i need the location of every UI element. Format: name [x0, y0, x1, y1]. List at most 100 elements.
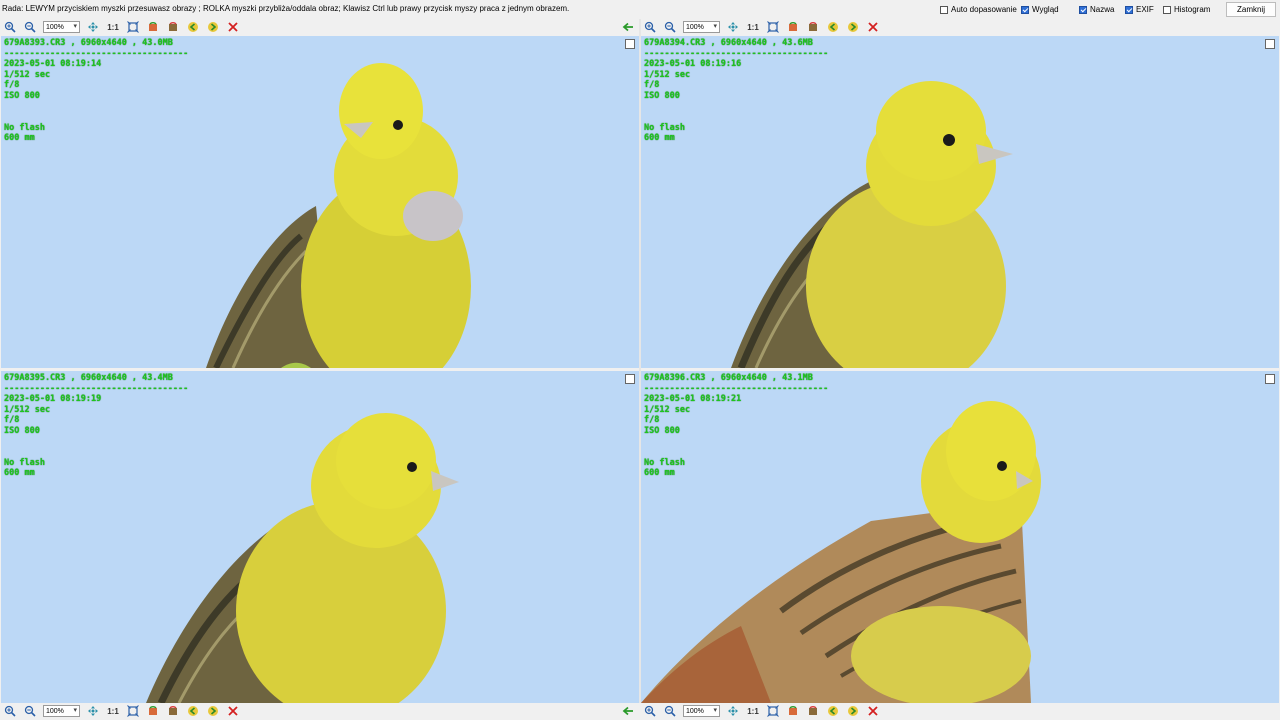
- fit-icon[interactable]: [123, 20, 143, 34]
- appearance-checkbox[interactable]: Wygląd: [1021, 5, 1059, 14]
- separator: ------------------------------------: [644, 383, 829, 394]
- move-icon[interactable]: [723, 20, 743, 34]
- rotate-right-icon[interactable]: [163, 20, 183, 34]
- exif-overlay: 679A8393.CR3 , 6960x4640 , 43.0MB ------…: [4, 38, 188, 144]
- flash-line: No flash: [644, 122, 685, 133]
- actual-size-button[interactable]: 1:1: [103, 704, 123, 718]
- iso-line: ISO 800: [4, 425, 40, 436]
- zoom-select[interactable]: 100%: [43, 21, 80, 33]
- rotate-left-icon[interactable]: [783, 20, 803, 34]
- focal-line: 600 mm: [4, 468, 35, 479]
- image-pane-2[interactable]: 679A8394.CR3 , 6960x4640 , 43.6MB ------…: [641, 36, 1279, 368]
- delete-icon[interactable]: [863, 20, 883, 34]
- filename-line: 679A8394.CR3 , 6960x4640 , 43.6MB: [644, 38, 813, 48]
- actual-size-button[interactable]: 1:1: [743, 20, 763, 34]
- rotate-right-icon[interactable]: [803, 20, 823, 34]
- zoom-out-icon[interactable]: [660, 20, 680, 34]
- toolbar-top-left: 100% 1:1: [0, 19, 640, 35]
- delete-icon[interactable]: [863, 704, 883, 718]
- auto-fit-checkbox[interactable]: Auto dopasowanie: [940, 5, 1017, 14]
- rotate-right-icon[interactable]: [163, 704, 183, 718]
- pane-select-checkbox[interactable]: [1265, 39, 1275, 49]
- prev-image-icon[interactable]: [183, 20, 203, 34]
- toolbar-top-right: 100% 1:1: [640, 19, 1280, 35]
- name-checkbox[interactable]: Nazwa: [1079, 5, 1114, 14]
- prev-image-icon[interactable]: [823, 20, 843, 34]
- rotate-right-icon[interactable]: [803, 704, 823, 718]
- close-button[interactable]: Zamknij: [1226, 2, 1276, 17]
- zoom-in-icon[interactable]: [0, 704, 20, 718]
- prev-image-icon[interactable]: [183, 704, 203, 718]
- focal-line: 600 mm: [644, 468, 675, 479]
- focal-line: 600 mm: [4, 133, 35, 144]
- zoom-in-icon[interactable]: [640, 704, 660, 718]
- next-image-icon[interactable]: [203, 20, 223, 34]
- iso-line: ISO 800: [644, 425, 680, 436]
- image-pane-3[interactable]: 679A8395.CR3 , 6960x4640 , 43.4MB ------…: [1, 371, 639, 703]
- next-image-icon[interactable]: [843, 704, 863, 718]
- hint-text: Rada: LEWYM przyciskiem myszki przesuwas…: [2, 4, 570, 13]
- zoom-in-icon[interactable]: [640, 20, 660, 34]
- zoom-value: 100%: [46, 23, 64, 31]
- exif-checkbox[interactable]: EXIF: [1125, 5, 1154, 14]
- filename-line: 679A8393.CR3 , 6960x4640 , 43.0MB: [4, 38, 173, 48]
- exif-overlay: 679A8394.CR3 , 6960x4640 , 43.6MB ------…: [644, 38, 828, 144]
- top-bar: Rada: LEWYM przyciskiem myszki przesuwas…: [0, 0, 1280, 19]
- pane-select-checkbox[interactable]: [625, 39, 635, 49]
- separator: ------------------------------------: [4, 48, 189, 59]
- zoom-out-icon[interactable]: [20, 20, 40, 34]
- exif-overlay: 679A8396.CR3 , 6960x4640 , 43.1MB ------…: [644, 373, 828, 479]
- next-image-icon[interactable]: [203, 704, 223, 718]
- flash-line: No flash: [4, 122, 45, 133]
- fit-icon[interactable]: [763, 704, 783, 718]
- rotate-left-icon[interactable]: [143, 20, 163, 34]
- histogram-checkbox[interactable]: Histogram: [1163, 5, 1210, 14]
- actual-size-button[interactable]: 1:1: [743, 704, 763, 718]
- move-icon[interactable]: [83, 704, 103, 718]
- actual-size-button[interactable]: 1:1: [103, 20, 123, 34]
- filename-line: 679A8395.CR3 , 6960x4640 , 43.4MB: [4, 373, 173, 383]
- iso-line: ISO 800: [644, 90, 680, 101]
- shutter-line: 1/512 sec: [4, 69, 51, 80]
- move-icon[interactable]: [723, 704, 743, 718]
- move-icon[interactable]: [83, 20, 103, 34]
- filename-line: 679A8396.CR3 , 6960x4640 , 43.1MB: [644, 373, 813, 383]
- zoom-select[interactable]: 100%: [43, 705, 80, 717]
- zoom-in-icon[interactable]: [0, 20, 20, 34]
- zoom-select[interactable]: 100%: [683, 21, 720, 33]
- flash-line: No flash: [644, 457, 685, 468]
- delete-icon[interactable]: [223, 704, 243, 718]
- focal-line: 600 mm: [644, 133, 675, 144]
- checkbox-box[interactable]: [1021, 5, 1029, 14]
- delete-icon[interactable]: [223, 20, 243, 34]
- sync-arrow-icon[interactable]: [622, 21, 634, 33]
- zoom-value: 100%: [686, 23, 704, 31]
- pane-select-checkbox[interactable]: [625, 374, 635, 384]
- separator: ------------------------------------: [644, 48, 829, 59]
- toolbar-bottom-left: 100% 1:1: [0, 703, 640, 719]
- aperture-line: f/8: [4, 415, 20, 426]
- fit-icon[interactable]: [123, 704, 143, 718]
- checkbox-box[interactable]: [1125, 5, 1133, 14]
- date-line: 2023-05-01 08:19:14: [4, 59, 102, 70]
- next-image-icon[interactable]: [843, 20, 863, 34]
- image-pane-4[interactable]: 679A8396.CR3 , 6960x4640 , 43.1MB ------…: [641, 371, 1279, 703]
- zoom-out-icon[interactable]: [20, 704, 40, 718]
- date-line: 2023-05-01 08:19:21: [644, 394, 742, 405]
- image-pane-1[interactable]: 679A8393.CR3 , 6960x4640 , 43.0MB ------…: [1, 36, 639, 368]
- sync-arrow-icon[interactable]: [622, 705, 634, 717]
- checkbox-box[interactable]: [940, 5, 948, 14]
- exif-overlay: 679A8395.CR3 , 6960x4640 , 43.4MB ------…: [4, 373, 188, 479]
- aperture-line: f/8: [644, 80, 660, 91]
- zoom-out-icon[interactable]: [660, 704, 680, 718]
- pane-select-checkbox[interactable]: [1265, 374, 1275, 384]
- rotate-left-icon[interactable]: [143, 704, 163, 718]
- separator: ------------------------------------: [4, 383, 189, 394]
- checkbox-box[interactable]: [1079, 5, 1087, 14]
- checkbox-box[interactable]: [1163, 5, 1171, 14]
- fit-icon[interactable]: [763, 20, 783, 34]
- date-line: 2023-05-01 08:19:16: [644, 59, 742, 70]
- rotate-left-icon[interactable]: [783, 704, 803, 718]
- prev-image-icon[interactable]: [823, 704, 843, 718]
- zoom-select[interactable]: 100%: [683, 705, 720, 717]
